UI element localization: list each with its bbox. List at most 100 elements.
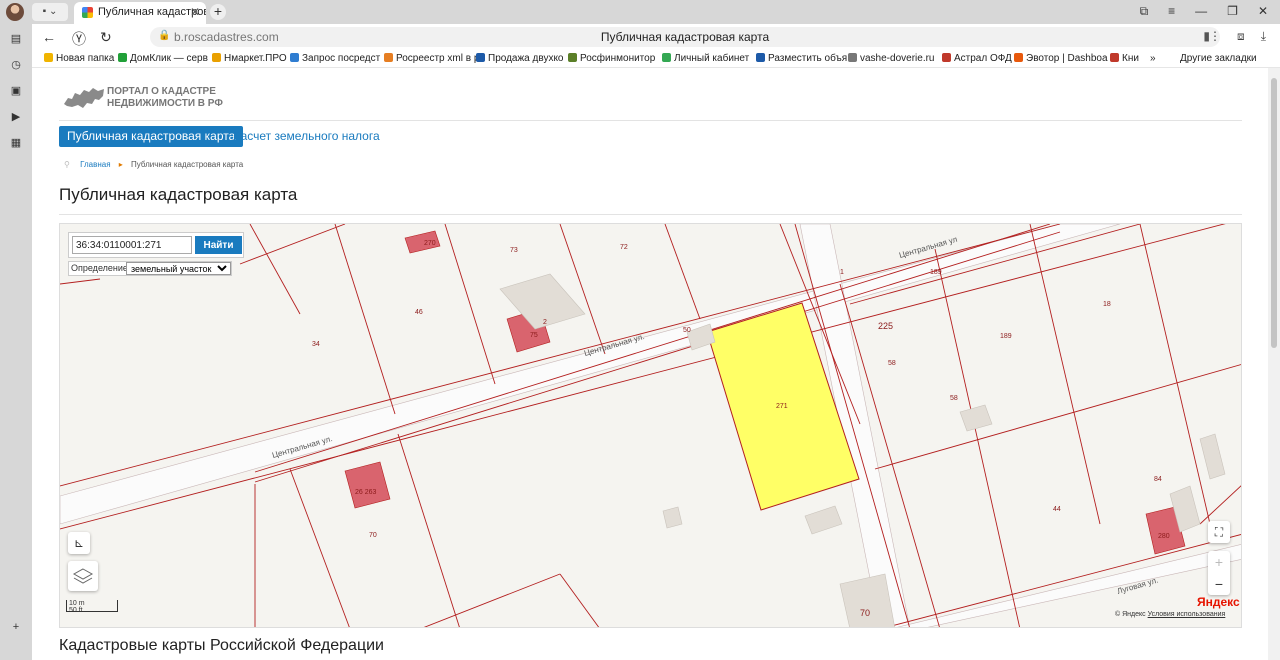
tab-land-tax[interactable]: Расчет земельного налога [233,126,380,147]
url-field[interactable]: 🔒 b.roscadastres.com Публичная кадастров… [150,27,1220,47]
parcel-label[interactable]: 70 [369,532,377,539]
bookmark-item[interactable]: Новая папка ⌄ [44,53,125,64]
map-scale: 10 m 50 ft [66,600,118,614]
bookmark-item[interactable]: Разместить объя [756,53,847,64]
parcel-label[interactable]: 58 [950,395,958,402]
more-icon[interactable]: ⋮ [1209,29,1221,44]
cadastral-number-input[interactable] [72,236,192,254]
zoom-out-button[interactable]: − [1208,573,1230,595]
russia-map-logo [64,88,104,108]
bookmark-item[interactable]: Эвотор | Dashboa [1014,53,1108,64]
parcel-label[interactable]: 34 [312,341,320,348]
toolbar-right: ⋮ ⧈ ⤓ [1209,29,1266,44]
tab-close-icon[interactable]: ✕ [190,2,200,22]
screenshot-icon[interactable]: ▣ [9,84,23,98]
bookmark-item[interactable]: Личный кабинет [662,53,749,64]
video-icon[interactable]: ▶ [9,110,23,124]
active-tab[interactable]: Публичная кадастровая карта ✕ [74,2,206,24]
bookmark-item[interactable]: Запрос посредст [290,53,380,64]
parcel-label[interactable]: 271 [776,403,788,410]
layers-button[interactable] [68,561,98,591]
site-logo-text: ПОРТАЛ О КАДАСТРЕ НЕДВИЖИМОСТИ В РФ [107,86,223,109]
bookmark-item[interactable]: Астрал ОФД [942,53,1012,64]
section-title: Кадастровые карты Российской Федерации [59,637,384,654]
location-pin-icon: ⚲ [64,160,70,169]
definition-select[interactable]: земельный участок [126,262,231,275]
minimize-icon[interactable]: — [1195,4,1207,19]
parcel-label[interactable]: 189 [930,269,942,276]
history-icon[interactable]: ◷ [9,58,23,72]
download-icon[interactable]: ⤓ [1261,29,1266,44]
tab-public-map[interactable]: Публичная кадастровая карта [59,126,244,147]
folder-icon [44,53,53,62]
browser-tab-bar: ▪ ⌄ Публичная кадастровая карта ✕ + ⧉ ≡ … [0,0,1280,24]
ruler-icon[interactable]: ⊾ [68,532,90,554]
parcel-label[interactable]: 1 [840,269,844,276]
parcel-label[interactable]: 2 [543,319,547,326]
bookmark-item[interactable]: Кни [1110,53,1139,64]
reload-icon[interactable]: ↻ [100,29,112,46]
yandex-icon[interactable]: Ⓨ [72,29,86,49]
parcel-label[interactable]: 46 [415,309,423,316]
parcel-label[interactable]: 72 [620,244,628,251]
tab-group-button[interactable]: ▪ ⌄ [32,3,68,21]
fullscreen-icon[interactable]: ⛶ [1208,521,1230,543]
breadcrumb-arrow-icon: ▸ [118,160,123,169]
parcel-label[interactable]: 50 [683,327,691,334]
add-panel-icon[interactable]: + [9,620,23,634]
bookmark-item[interactable]: ДомКлик — серв [118,53,208,64]
bookmarks-panel-icon[interactable]: ⧈ [1237,29,1245,44]
divider [59,214,1242,215]
page-scrollbar[interactable] [1268,68,1280,660]
help-icon [848,53,857,62]
bookmark-item[interactable]: vashe-doverie.ru [848,53,934,64]
other-bookmarks-folder[interactable]: Другие закладки [1180,53,1257,64]
map-canvas[interactable]: 270 73 72 46 34 75 2 50 271 225 58 58 189 18 189 84 44 28… [60,224,1242,628]
bookmarks-more-button[interactable]: » [1150,53,1156,64]
cabinet-icon [662,53,671,62]
scrollbar-thumb[interactable] [1271,78,1277,348]
yandex-logo: Яндекс [1197,595,1240,609]
cadastral-map[interactable]: 270 73 72 46 34 75 2 50 271 225 58 58 189 18 189 84 44 28… [59,223,1242,628]
menu-icon[interactable]: ≡ [1168,4,1175,19]
parcel-label[interactable]: 270 [424,240,436,247]
parcel-label[interactable]: 75 [530,332,538,339]
layers-icon [72,568,94,584]
close-window-icon[interactable]: ✕ [1258,4,1268,19]
new-tab-button[interactable]: + [210,4,226,20]
sale-icon [476,53,485,62]
terms-link[interactable]: Условия использования [1148,611,1226,618]
profile-avatar[interactable] [6,3,24,21]
parcel-label[interactable]: 58 [888,360,896,367]
bookmark-item[interactable]: Росреестр xml в р [384,53,479,64]
bookmark-item[interactable]: Нмаркет.ПРО [212,53,287,64]
definition-label: Определение: [71,263,131,273]
tabs-overview-icon[interactable]: ⧉ [1140,4,1149,19]
breadcrumb-home[interactable]: Главная [80,160,110,169]
nmarket-icon [212,53,221,62]
parcel-label[interactable]: 44 [1053,506,1061,513]
find-button[interactable]: Найти [195,236,242,254]
bookmark-item[interactable]: Продажа двухко [476,53,564,64]
apps-icon[interactable]: ▦ [9,136,23,150]
map-copyright: © Яндекс Условия использования [1115,611,1226,618]
address-bar: ← Ⓨ ↻ 🔒 b.roscadastres.com Публичная кад… [32,24,1280,50]
zoom-in-button[interactable]: + [1208,551,1230,573]
browser-sidebar: ▤ ◷ ▣ ▶ ▦ + [0,24,32,660]
parcel-label[interactable]: 225 [878,321,893,331]
maximize-icon[interactable]: ❐ [1227,4,1238,19]
back-arrow-icon[interactable]: ← [42,29,56,45]
parcel-label[interactable]: 26 263 [355,489,377,496]
rosreestr-icon [384,53,393,62]
parcel-label[interactable]: 280 [1158,533,1170,540]
divider [59,120,1242,121]
parcel-label[interactable]: 189 [1000,333,1012,340]
bookmarks-bar: Новая папка ⌄ ДомКлик — серв Нмаркет.ПРО За… [32,50,1280,68]
parcel-label[interactable]: 73 [510,247,518,254]
bookmark-item[interactable]: Росфинмонитор [568,53,655,64]
parcel-label[interactable]: 84 [1154,476,1162,483]
parcel-label[interactable]: 70 [860,608,870,618]
collections-icon[interactable]: ▤ [9,32,23,46]
parcel-label[interactable]: 18 [1103,301,1111,308]
breadcrumb: ⚲ Главная ▸ Публичная кадастровая карта [64,160,243,169]
